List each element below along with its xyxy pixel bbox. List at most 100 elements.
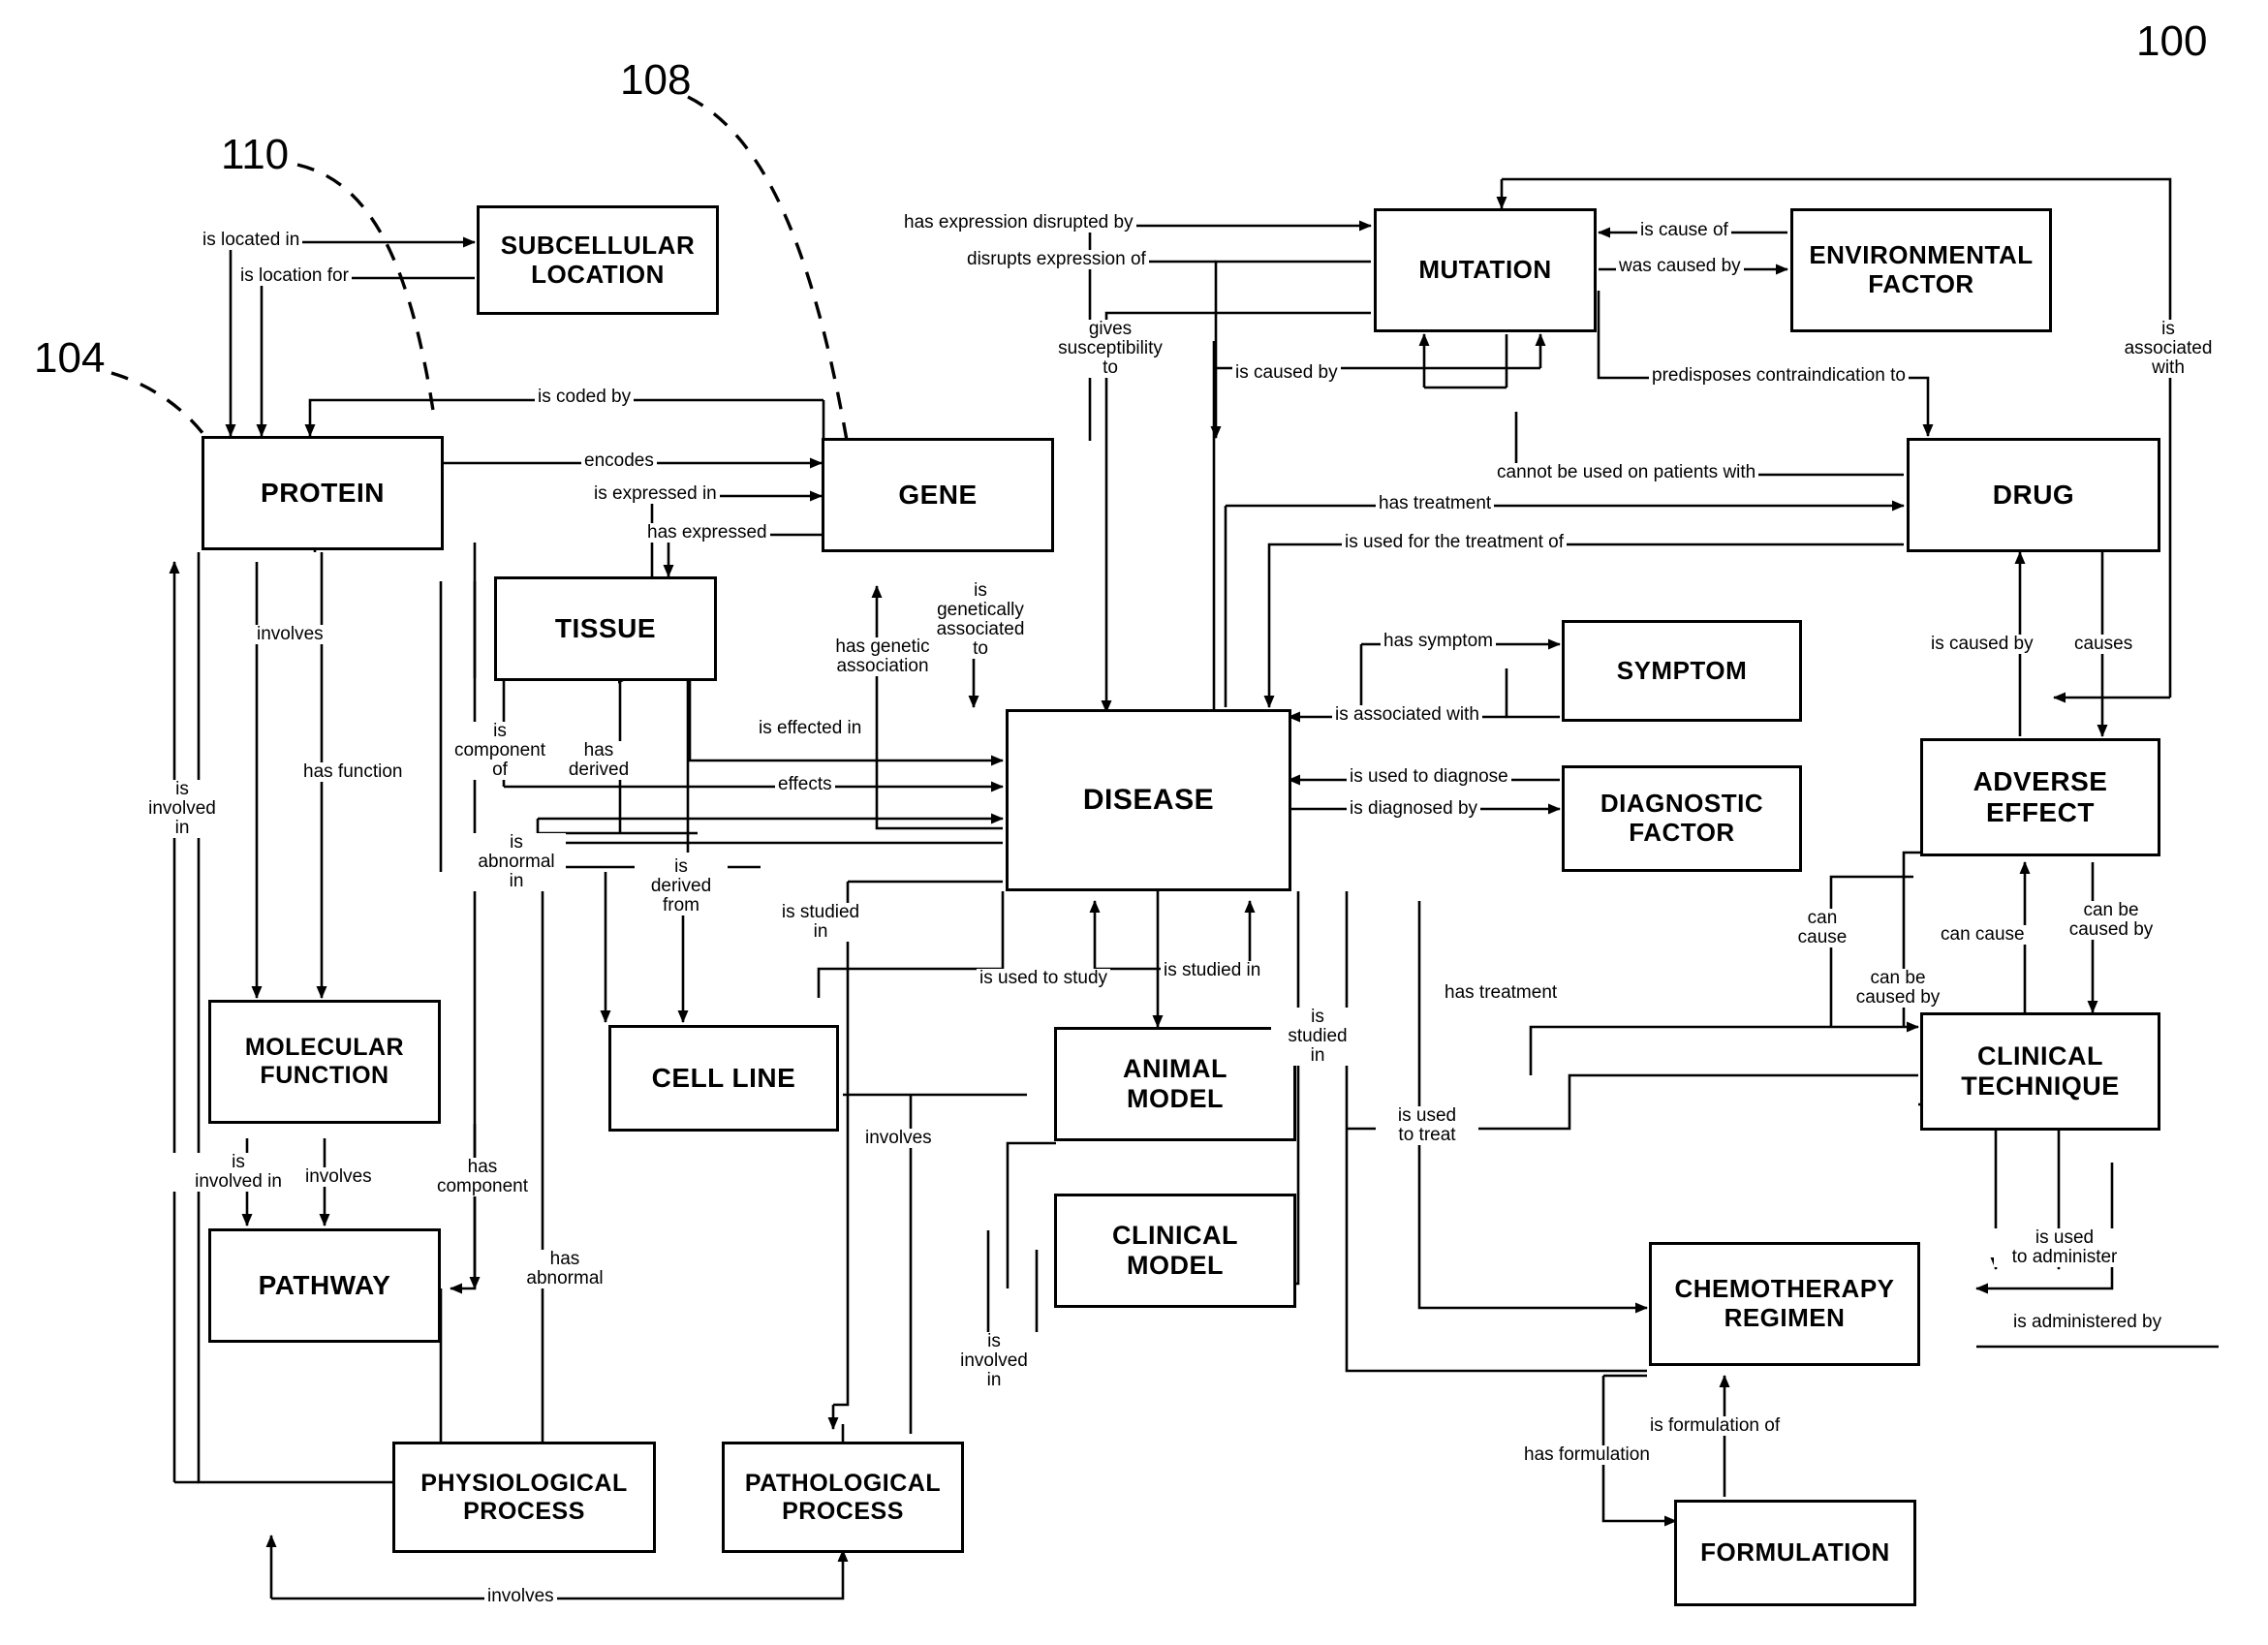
node-label: SUBCELLULAR LOCATION <box>500 230 696 289</box>
edge-label-is-expressed-in: is expressed in <box>591 484 720 504</box>
node-label: CLINICAL TECHNIQUE <box>1961 1040 2120 1101</box>
node-label: PATHOLOGICAL PROCESS <box>744 1469 942 1525</box>
edge-label-causes: causes <box>2071 635 2136 654</box>
node-label: DRUG <box>1992 479 2075 510</box>
node-chemotherapy-regimen[interactable]: CHEMOTHERAPY REGIMEN <box>1649 1242 1920 1366</box>
node-label: ANIMAL MODEL <box>1123 1053 1227 1113</box>
edge-label-is-location-for: is location for <box>237 266 352 286</box>
node-clinical-model[interactable]: CLINICAL MODEL <box>1054 1194 1296 1308</box>
edge-label-has-expression-disrupted-by: has expression disrupted by <box>901 213 1136 233</box>
ref-number-110: 110 <box>221 131 290 178</box>
edge-label-is-associated-with-symptom: is associated with <box>1332 705 1482 725</box>
edge-label-is-formulation-of: is formulation of <box>1647 1416 1784 1436</box>
edge-label-predisposes-contraindication-to: predisposes contraindication to <box>1649 366 1909 386</box>
ref-number-104: 104 <box>34 334 106 382</box>
edge-label-has-derived: has derived <box>552 741 645 780</box>
edge-label-is-derived-from: is derived from <box>635 857 728 916</box>
node-label: GENE <box>898 479 978 510</box>
edge-label-has-function: has function <box>300 762 406 782</box>
node-label: CLINICAL MODEL <box>1112 1220 1238 1280</box>
ref-number-100: 100 <box>2136 17 2208 65</box>
edge-label-has-symptom: has symptom <box>1381 632 1496 651</box>
edge-label-is-component-of: is component of <box>444 722 556 780</box>
node-gene[interactable]: GENE <box>822 438 1054 552</box>
node-label: PHYSIOLOGICAL PROCESS <box>420 1469 628 1525</box>
edge-label-involves-bottom: involves <box>484 1587 557 1606</box>
node-molecular-function[interactable]: MOLECULAR FUNCTION <box>208 1000 441 1124</box>
edge-label-has-component: has component <box>426 1158 539 1196</box>
edge-label-is-used-to-treat: is used to treat <box>1376 1106 1478 1145</box>
edge-label-has-abnormal: has abnormal <box>518 1250 611 1288</box>
node-pathological-process[interactable]: PATHOLOGICAL PROCESS <box>722 1442 964 1553</box>
edge-label-involves-pathway: involves <box>302 1167 375 1187</box>
edge-label-encodes: encodes <box>581 451 657 471</box>
edge-label-is-used-to-administer: is used to administer <box>1994 1228 2135 1267</box>
edge-label-is-located-in: is located in <box>200 231 303 250</box>
edge-label-can-be-caused-by-ct: can be caused by <box>1841 969 1955 1008</box>
node-clinical-technique[interactable]: CLINICAL TECHNIQUE <box>1920 1012 2160 1131</box>
node-label: CELL LINE <box>651 1062 796 1093</box>
edge-label-is-caused-by-drug: is caused by <box>1928 635 2036 654</box>
edge-label-has-expressed: has expressed <box>644 523 770 543</box>
node-label: DIAGNOSTIC FACTOR <box>1600 789 1764 847</box>
node-subcellular-location[interactable]: SUBCELLULAR LOCATION <box>477 205 719 315</box>
edge-label-is-studied-in-cellline: is studied in <box>765 903 876 942</box>
edge-label-has-treatment-drug: has treatment <box>1376 494 1495 513</box>
edge-label-is-used-for-the-treatment-of: is used for the treatment of <box>1342 533 1568 552</box>
node-adverse-effect[interactable]: ADVERSE EFFECT <box>1920 738 2160 856</box>
edge-label-is-diagnosed-by: is diagnosed by <box>1347 799 1481 819</box>
node-label: MOLECULAR FUNCTION <box>244 1034 405 1089</box>
edge-label-is-associated-with-right: is associated with <box>2107 320 2229 378</box>
edge-label-is-studied-in-clinical: is studied in <box>1271 1008 1364 1066</box>
node-label: DISEASE <box>1082 783 1215 816</box>
node-formulation[interactable]: FORMULATION <box>1674 1500 1916 1606</box>
node-mutation[interactable]: MUTATION <box>1374 208 1597 332</box>
node-label: TISSUE <box>554 612 657 643</box>
edge-label-gives-susceptibility-to: gives susceptibility to <box>1035 320 1186 378</box>
edge-label-has-treatment-chemo: has treatment <box>1442 983 1561 1003</box>
node-label: ENVIRONMENTAL FACTOR <box>1809 240 2034 298</box>
node-label: PATHWAY <box>258 1269 391 1300</box>
node-animal-model[interactable]: ANIMAL MODEL <box>1054 1027 1296 1141</box>
edge-label-is-coded-by: is coded by <box>535 388 635 407</box>
node-tissue[interactable]: TISSUE <box>494 576 717 681</box>
edge-label-effects: effects <box>775 775 835 794</box>
edge-label-cannot-be-used-on-patients-with: cannot be used on patients with <box>1494 463 1759 482</box>
node-label: PROTEIN <box>261 477 385 508</box>
edge-label-involves-protein: involves <box>254 625 326 644</box>
edge-label-is-involved-in-patho: is involved in <box>948 1332 1041 1390</box>
ref-number-108: 108 <box>620 56 692 104</box>
node-label: FORMULATION <box>1700 1537 1890 1567</box>
node-drug[interactable]: DRUG <box>1907 438 2160 552</box>
node-label: SYMPTOM <box>1616 655 1748 685</box>
edge-label-is-abnormal-in: is abnormal in <box>467 833 566 891</box>
node-label: ADVERSE EFFECT <box>1973 765 2108 827</box>
edge-label-is-cause-of: is cause of <box>1637 221 1731 240</box>
edge-label-is-administered-by: is administered by <box>2010 1313 2165 1332</box>
edge-label-disrupts-expression-of: disrupts expression of <box>964 250 1149 269</box>
edge-label-is-studied-in-animal: is studied in <box>1161 961 1264 980</box>
edge-label-is-effected-in: is effected in <box>756 719 865 738</box>
patent-figure-canvas: 100 104 108 110 SUBCELLULAR LOCATION MUT… <box>0 0 2268 1645</box>
edge-label-is-used-to-diagnose: is used to diagnose <box>1347 767 1511 787</box>
node-label: MUTATION <box>1418 255 1552 285</box>
edge-label-was-caused-by: was caused by <box>1616 257 1744 276</box>
node-diagnostic-factor[interactable]: DIAGNOSTIC FACTOR <box>1562 765 1802 872</box>
node-disease[interactable]: DISEASE <box>1006 709 1291 891</box>
node-protein[interactable]: PROTEIN <box>202 436 444 550</box>
node-pathway[interactable]: PATHWAY <box>208 1228 441 1343</box>
node-cell-line[interactable]: CELL LINE <box>608 1025 839 1132</box>
edge-label-has-genetic-association: has genetic association <box>817 637 948 676</box>
node-label: CHEMOTHERAPY REGIMEN <box>1674 1274 1895 1332</box>
node-environmental-factor[interactable]: ENVIRONMENTAL FACTOR <box>1790 208 2052 332</box>
node-symptom[interactable]: SYMPTOM <box>1562 620 1802 722</box>
edge-label-can-cause-ae: can cause <box>1938 925 2028 945</box>
node-physiological-process[interactable]: PHYSIOLOGICAL PROCESS <box>392 1442 656 1553</box>
edge-label-is-caused-by-mutation: is caused by <box>1232 363 1341 383</box>
edge-label-involves-cellline: involves <box>862 1129 935 1148</box>
edge-label-is-used-to-study: is used to study <box>977 969 1111 988</box>
edge-label-has-formulation: has formulation <box>1521 1445 1653 1465</box>
edge-label-is-involved-in-left: is involved in <box>136 780 229 838</box>
edge-label-can-be-caused-by-ae: can be caused by <box>2054 901 2168 940</box>
edge-label-is-involved-in-mf: is involved in <box>172 1153 304 1192</box>
